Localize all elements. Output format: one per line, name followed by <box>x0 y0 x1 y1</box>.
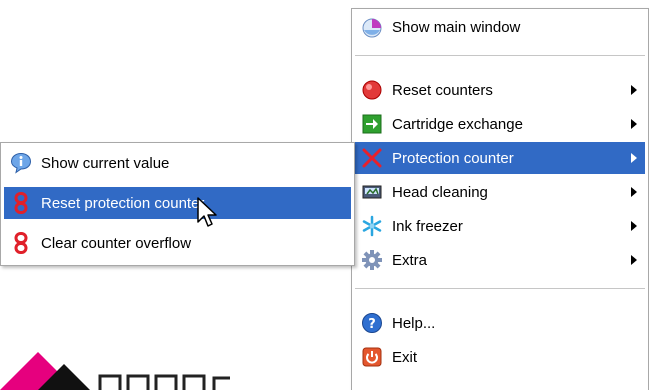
window-app-icon <box>361 16 383 38</box>
menu-item-label: Reset counters <box>392 81 493 99</box>
menu-item-reset-counters[interactable]: Reset counters <box>355 74 645 106</box>
submenu-item-show-current-value[interactable]: Show current value <box>4 147 351 179</box>
red-chain-link-icon <box>10 192 32 214</box>
submenu-arrow-icon <box>631 187 637 197</box>
submenu-item-clear-counter-overflow[interactable]: Clear counter overflow <box>4 227 351 259</box>
mouse-cursor-icon <box>197 197 217 227</box>
menu-item-label: Ink freezer <box>392 217 463 235</box>
menu-item-label: Exit <box>392 348 418 366</box>
svg-text:?: ? <box>368 317 376 332</box>
green-arrow-icon <box>361 113 383 135</box>
menu-item-show-main-window[interactable]: Show main window <box>355 11 645 43</box>
menu-item-cartridge-exchange[interactable]: Cartridge exchange <box>355 108 645 140</box>
power-icon <box>361 346 383 368</box>
menu-item-help[interactable]: ? Help... <box>355 307 645 339</box>
menu-item-head-cleaning[interactable]: Head cleaning <box>355 176 645 208</box>
submenu-arrow-icon <box>631 255 637 265</box>
menu-item-protection-counter[interactable]: Protection counter <box>355 142 645 174</box>
help-icon: ? <box>361 312 383 334</box>
tray-context-menu: Show main window Reset counters Cartridg… <box>351 8 649 390</box>
menu-item-label: Show main window <box>392 18 521 36</box>
info-icon <box>10 152 32 174</box>
menu-item-label: Reset protection counter <box>41 194 205 212</box>
printhead-icon <box>361 181 383 203</box>
menu-separator <box>355 55 645 56</box>
menu-item-label: Extra <box>392 251 428 269</box>
menu-item-ink-freezer[interactable]: Ink freezer <box>355 210 645 242</box>
menu-separator <box>355 288 645 289</box>
menu-item-exit[interactable]: Exit <box>355 341 645 373</box>
submenu-arrow-icon <box>631 221 637 231</box>
red-chain-link-icon <box>10 232 32 254</box>
menu-item-label: Head cleaning <box>392 183 488 201</box>
submenu-item-reset-protection-counter[interactable]: Reset protection counter <box>4 187 351 219</box>
protection-counter-submenu: Show current value Reset protection coun… <box>0 142 355 266</box>
red-x-icon <box>361 147 383 169</box>
menu-item-label: Protection counter <box>392 149 514 167</box>
snowflake-icon <box>361 215 383 237</box>
menu-item-label: Clear counter overflow <box>41 234 192 252</box>
submenu-arrow-icon <box>631 119 637 129</box>
menu-item-label: Show current value <box>41 154 170 172</box>
menu-item-extra[interactable]: Extra <box>355 244 645 276</box>
menu-item-label: Cartridge exchange <box>392 115 523 133</box>
menu-item-label: Help... <box>392 314 436 332</box>
submenu-arrow-icon <box>631 153 637 163</box>
red-record-icon <box>361 79 383 101</box>
submenu-arrow-icon <box>631 85 637 95</box>
brand-logo <box>0 352 230 390</box>
gear-icon <box>361 249 383 271</box>
